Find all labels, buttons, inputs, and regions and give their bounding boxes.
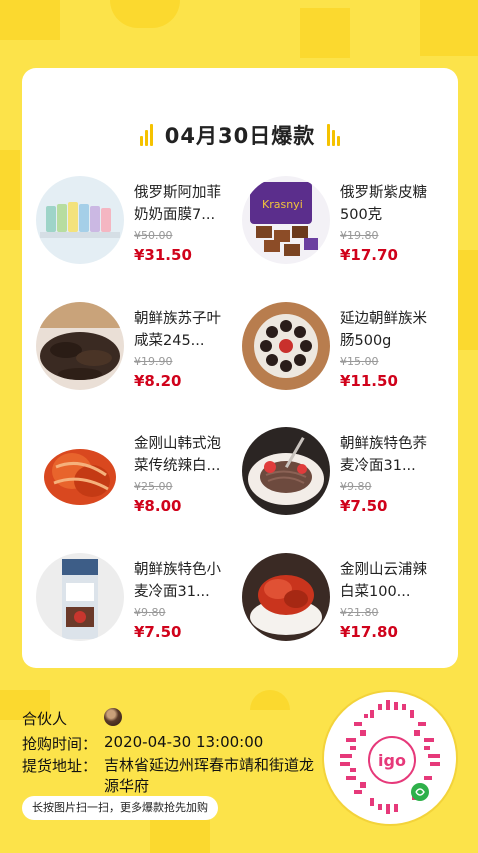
product-price: ¥31.50 bbox=[134, 246, 192, 264]
product-item[interactable]: 朝鲜族苏子叶咸菜245... ¥19.90 ¥8.20 bbox=[36, 301, 242, 428]
product-image-kimchi[interactable] bbox=[36, 427, 124, 515]
product-name: 金刚山云浦辣白菜100... bbox=[340, 561, 427, 600]
product-image-candy[interactable]: Krasnyi bbox=[242, 176, 330, 264]
product-price: ¥17.80 bbox=[340, 622, 398, 641]
product-image-spicy-cabbage[interactable] bbox=[242, 552, 330, 641]
bg-shape bbox=[300, 8, 350, 58]
hot-products-card: 04月30日爆款 俄罗斯阿加菲奶奶面膜7... ¥50.00 ¥31.50 Kr… bbox=[22, 68, 458, 668]
svg-text:Krasnyi: Krasnyi bbox=[262, 198, 303, 211]
card-title: 04月30日爆款 bbox=[164, 124, 316, 148]
product-name: 朝鲜族特色荞麦冷面31... bbox=[340, 436, 427, 474]
product-image-face-mask[interactable] bbox=[36, 176, 124, 264]
product-original-price: ¥21.80 bbox=[340, 605, 379, 619]
time-value: 2020-04-30 13:00:00 bbox=[104, 733, 264, 751]
bg-shape bbox=[458, 250, 478, 350]
product-item[interactable]: 金刚山云浦辣白菜100... ¥21.80 ¥17.80 bbox=[242, 552, 448, 679]
product-name: 俄罗斯阿加菲奶奶面膜7... bbox=[134, 185, 221, 223]
card-header: 04月30日爆款 bbox=[22, 120, 458, 150]
product-image-buckwheat-noodles[interactable] bbox=[242, 427, 330, 515]
address-value: 吉林省延边州珲春市靖和街道龙源华府 bbox=[104, 756, 315, 795]
product-price: ¥17.70 bbox=[340, 246, 398, 264]
title-deco-left-icon bbox=[139, 124, 153, 146]
bg-shape bbox=[250, 690, 290, 710]
product-item[interactable]: 朝鲜族特色荞麦冷面31... ¥9.80 ¥7.50 bbox=[242, 427, 448, 553]
product-price: ¥11.50 bbox=[340, 371, 398, 390]
bg-shape bbox=[420, 0, 478, 56]
product-name: 俄罗斯紫皮糖500克 bbox=[340, 185, 427, 223]
product-price: ¥7.50 bbox=[134, 622, 182, 641]
product-item[interactable]: Krasnyi 俄罗斯紫皮糖500克 ¥19.80 ¥17.70 bbox=[242, 176, 448, 302]
product-name: 朝鲜族特色小麦冷面31... bbox=[134, 561, 221, 600]
product-original-price: ¥19.80 bbox=[340, 229, 379, 242]
partner-label: 合伙人 bbox=[22, 710, 68, 728]
product-image-blood-sausage[interactable] bbox=[242, 301, 330, 390]
product-name: 延边朝鲜族米肠500g bbox=[340, 310, 427, 349]
product-price: ¥7.50 bbox=[340, 497, 388, 515]
product-original-price: ¥25.00 bbox=[134, 480, 173, 493]
product-image-wheat-noodles[interactable] bbox=[36, 552, 124, 641]
product-image-perilla-leaves[interactable] bbox=[36, 301, 124, 390]
product-item[interactable]: 俄罗斯阿加菲奶奶面膜7... ¥50.00 ¥31.50 bbox=[36, 176, 242, 302]
product-item[interactable]: 朝鲜族特色小麦冷面31... ¥9.80 ¥7.50 bbox=[36, 552, 242, 679]
product-original-price: ¥50.00 bbox=[134, 229, 173, 242]
product-name: 朝鲜族苏子叶咸菜245... bbox=[134, 310, 221, 349]
bg-shape bbox=[0, 0, 60, 40]
product-price: ¥8.00 bbox=[134, 497, 182, 515]
product-item[interactable]: 延边朝鲜族米肠500g ¥15.00 ¥11.50 bbox=[242, 301, 448, 428]
product-original-price: ¥15.00 bbox=[340, 354, 379, 368]
title-deco-right-icon bbox=[327, 124, 341, 146]
product-original-price: ¥19.90 bbox=[134, 354, 173, 368]
avatar bbox=[104, 708, 122, 726]
mini-program-qr-code[interactable]: igo bbox=[322, 690, 458, 826]
product-item[interactable]: 金刚山韩式泡菜传统辣白... ¥25.00 ¥8.00 bbox=[36, 427, 242, 553]
product-original-price: ¥9.80 bbox=[134, 605, 166, 619]
product-price: ¥8.20 bbox=[134, 371, 182, 390]
product-original-price: ¥9.80 bbox=[340, 480, 372, 493]
product-grid: 俄罗斯阿加菲奶奶面膜7... ¥50.00 ¥31.50 Krasnyi 俄罗斯… bbox=[36, 176, 448, 678]
address-label: 提货地址： bbox=[22, 757, 98, 775]
bg-shape bbox=[0, 150, 20, 230]
product-name: 金刚山韩式泡菜传统辣白... bbox=[134, 436, 221, 474]
bg-shape bbox=[110, 0, 180, 28]
time-label: 抢购时间： bbox=[22, 735, 98, 753]
scan-hint: 长按图片扫一扫，更多爆款抢先加购 bbox=[22, 796, 218, 820]
igo-logo: igo bbox=[368, 736, 416, 784]
